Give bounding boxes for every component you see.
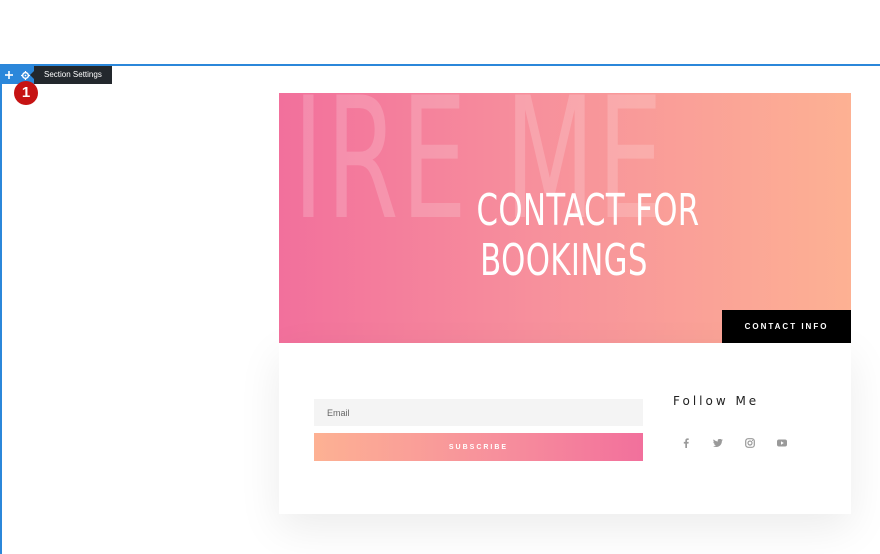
instagram-link[interactable] <box>743 436 757 450</box>
follow-me-heading: Follow Me <box>673 394 760 408</box>
plus-icon <box>4 71 13 79</box>
instagram-icon <box>745 438 755 448</box>
hero-title: CONTACT FOR BOOKINGS <box>476 185 700 286</box>
hero-title-line-2: BOOKINGS <box>480 235 648 286</box>
subscribe-card: SUBSCRIBE Follow Me <box>279 343 851 514</box>
hero-banner: IRE ME CONTACT FOR BOOKINGS CONTACT INFO <box>279 93 851 343</box>
add-section-button[interactable] <box>0 66 17 84</box>
youtube-icon <box>777 439 787 447</box>
facebook-icon <box>683 438 689 448</box>
step-badge: 1 <box>14 81 38 105</box>
contact-info-button[interactable]: CONTACT INFO <box>722 310 851 343</box>
gear-icon <box>21 70 30 80</box>
subscribe-button[interactable]: SUBSCRIBE <box>314 433 643 461</box>
social-links <box>679 436 789 450</box>
email-input[interactable] <box>314 399 643 426</box>
section-settings-tooltip: Section Settings <box>30 66 112 84</box>
twitter-icon <box>713 439 723 447</box>
twitter-link[interactable] <box>711 436 725 450</box>
facebook-link[interactable] <box>679 436 693 450</box>
hero-title-line-1: CONTACT FOR <box>476 185 700 236</box>
youtube-link[interactable] <box>775 436 789 450</box>
